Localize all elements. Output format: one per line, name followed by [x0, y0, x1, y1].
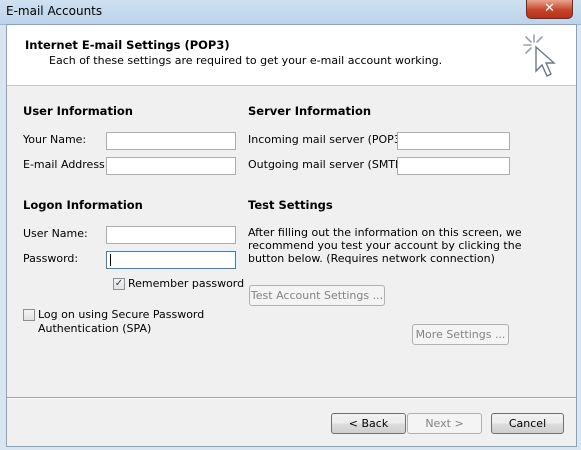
back-button[interactable]: < Back [331, 413, 406, 434]
remember-password-checkbox[interactable]: ✓ [113, 278, 125, 290]
dialog-body: Internet E-mail Settings (POP3) Each of … [6, 24, 577, 447]
spa-label-line2: Authentication (SPA) [38, 322, 152, 335]
text-cursor [110, 254, 111, 266]
window-title: E-mail Accounts [6, 4, 103, 18]
header-title: Internet E-mail Settings (POP3) [25, 38, 230, 52]
wizard-header: Internet E-mail Settings (POP3) Each of … [7, 25, 576, 86]
password-input[interactable] [106, 251, 236, 269]
remember-password-label: Remember password [128, 277, 245, 290]
wizard-cursor-icon [523, 34, 556, 77]
more-settings-button[interactable]: More Settings ... [412, 324, 509, 345]
user-info-heading: User Information [23, 104, 133, 118]
footer-separator [7, 397, 576, 399]
test-settings-line2: recommend you test your account by click… [248, 239, 522, 252]
incoming-server-label: Incoming mail server (POP3): [248, 133, 409, 146]
server-info-heading: Server Information [248, 104, 372, 118]
next-button[interactable]: Next > [407, 413, 482, 434]
test-settings-line1: After filling out the information on thi… [248, 226, 522, 239]
logon-info-heading: Logon Information [23, 198, 143, 212]
email-address-label: E-mail Address: [23, 158, 109, 171]
title-bar: E-mail Accounts ✕ [0, 0, 581, 25]
checkmark-icon: ✓ [114, 278, 124, 289]
your-name-label: Your Name: [23, 133, 87, 146]
header-subtitle: Each of these settings are required to g… [49, 54, 443, 67]
incoming-server-input[interactable] [397, 132, 510, 150]
cancel-button[interactable]: Cancel [491, 413, 564, 434]
spa-checkbox[interactable] [23, 309, 35, 321]
test-settings-heading: Test Settings [248, 198, 333, 212]
email-address-input[interactable] [106, 157, 236, 175]
your-name-input[interactable] [106, 132, 236, 150]
close-button[interactable]: ✕ [526, 0, 573, 19]
user-name-label: User Name: [23, 227, 88, 240]
user-name-input[interactable] [106, 226, 236, 244]
outgoing-server-label: Outgoing mail server (SMTP): [248, 158, 410, 171]
close-icon: ✕ [544, 1, 555, 16]
spa-label-line1: Log on using Secure Password [38, 308, 205, 321]
test-settings-line3: button below. (Requires network connecti… [248, 252, 495, 265]
outgoing-server-input[interactable] [397, 157, 510, 175]
password-label: Password: [23, 252, 79, 265]
test-account-settings-button[interactable]: Test Account Settings ... [249, 285, 385, 306]
